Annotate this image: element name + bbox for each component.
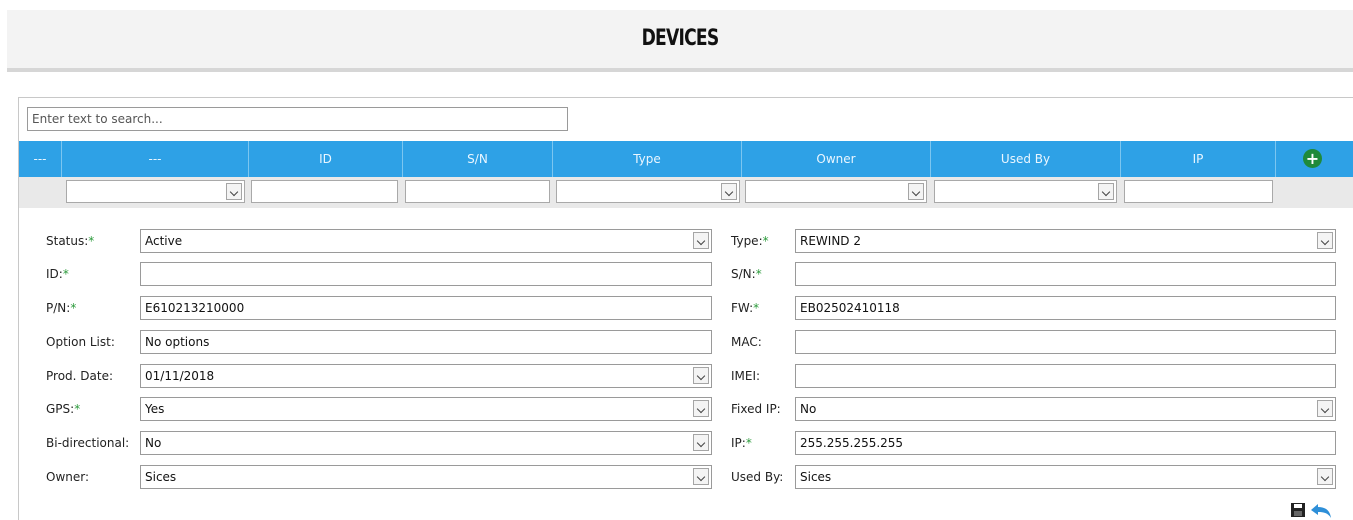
fw-field[interactable]: EB02502410118 — [795, 296, 1336, 320]
column-header-sn[interactable]: S/N — [403, 141, 553, 177]
search-input[interactable] — [27, 107, 568, 131]
type-label: Type:* — [731, 234, 769, 248]
filter-sn-input[interactable] — [405, 180, 550, 203]
pn-field[interactable]: E610213210000 — [140, 296, 712, 320]
column-header-type[interactable]: Type — [553, 141, 742, 177]
chevron-down-icon[interactable] — [1317, 400, 1333, 417]
sn-field[interactable] — [795, 262, 1336, 286]
mac-field[interactable] — [795, 330, 1336, 354]
chevron-down-icon[interactable] — [908, 183, 924, 200]
chevron-down-icon[interactable] — [693, 468, 709, 485]
gps-select[interactable]: Yes — [140, 397, 712, 421]
plus-circle-icon: + — [1305, 149, 1320, 168]
ip-field[interactable]: 255.255.255.255 — [795, 431, 1336, 455]
filter-used-by-select[interactable] — [934, 180, 1117, 203]
imei-label: IMEI: — [731, 369, 761, 383]
filter-owner-select[interactable] — [745, 180, 927, 203]
filter-status-select[interactable] — [66, 180, 245, 203]
mac-label: MAC: — [731, 335, 762, 349]
fixed-ip-select[interactable]: No — [795, 397, 1336, 421]
filter-id-input[interactable] — [251, 180, 398, 203]
chevron-down-icon[interactable] — [693, 367, 709, 384]
column-header-ip[interactable]: IP — [1121, 141, 1276, 177]
bidirectional-label: Bi-directional: — [46, 436, 130, 450]
page-title: DEVICES — [641, 26, 720, 51]
column-header-owner[interactable]: Owner — [742, 141, 931, 177]
title-bar: DEVICES — [7, 10, 1353, 68]
column-header-used-by[interactable]: Used By — [931, 141, 1121, 177]
filter-ip-input[interactable] — [1124, 180, 1273, 203]
pn-label: P/N:* — [46, 301, 77, 315]
status-label: Status:* — [46, 234, 95, 248]
chevron-down-icon[interactable] — [1317, 232, 1333, 249]
column-header-id[interactable]: ID — [249, 141, 403, 177]
chevron-down-icon[interactable] — [693, 232, 709, 249]
prod-date-label: Prod. Date: — [46, 369, 114, 383]
chevron-down-icon[interactable] — [693, 400, 709, 417]
fixed-ip-label: Fixed IP: — [731, 402, 781, 416]
imei-field[interactable] — [795, 364, 1336, 388]
chevron-down-icon[interactable] — [721, 183, 737, 200]
prod-date-picker[interactable]: 01/11/2018 — [140, 364, 712, 388]
type-select[interactable]: REWIND 2 — [795, 229, 1336, 253]
owner-select[interactable]: Sices — [140, 465, 712, 489]
used-by-select[interactable]: Sices — [795, 465, 1336, 489]
sn-label: S/N:* — [731, 267, 762, 281]
grid-header: --- --- ID S/N Type Owner Used By IP + — [19, 141, 1353, 177]
option-list-field[interactable]: No options — [140, 330, 712, 354]
option-list-label: Option List: — [46, 335, 115, 349]
title-divider — [7, 68, 1353, 72]
chevron-down-icon[interactable] — [693, 434, 709, 451]
column-header-select[interactable]: --- — [19, 141, 62, 177]
column-header-status[interactable]: --- — [62, 141, 249, 177]
filter-row — [19, 177, 1353, 208]
used-by-label: Used By: — [731, 470, 784, 484]
id-field[interactable] — [140, 262, 712, 286]
owner-label: Owner: — [46, 470, 90, 484]
add-device-button[interactable]: + — [1303, 149, 1322, 168]
status-select[interactable]: Active — [140, 229, 712, 253]
fw-label: FW:* — [731, 301, 760, 315]
save-icon[interactable] — [1291, 503, 1305, 517]
undo-icon[interactable] — [1309, 502, 1333, 520]
chevron-down-icon[interactable] — [1098, 183, 1114, 200]
filter-type-select[interactable] — [556, 180, 740, 203]
id-label: ID:* — [46, 267, 69, 281]
gps-label: GPS:* — [46, 402, 81, 416]
ip-label: IP:* — [731, 436, 752, 450]
chevron-down-icon[interactable] — [1317, 468, 1333, 485]
bidirectional-select[interactable]: No — [140, 431, 712, 455]
chevron-down-icon[interactable] — [226, 183, 242, 200]
